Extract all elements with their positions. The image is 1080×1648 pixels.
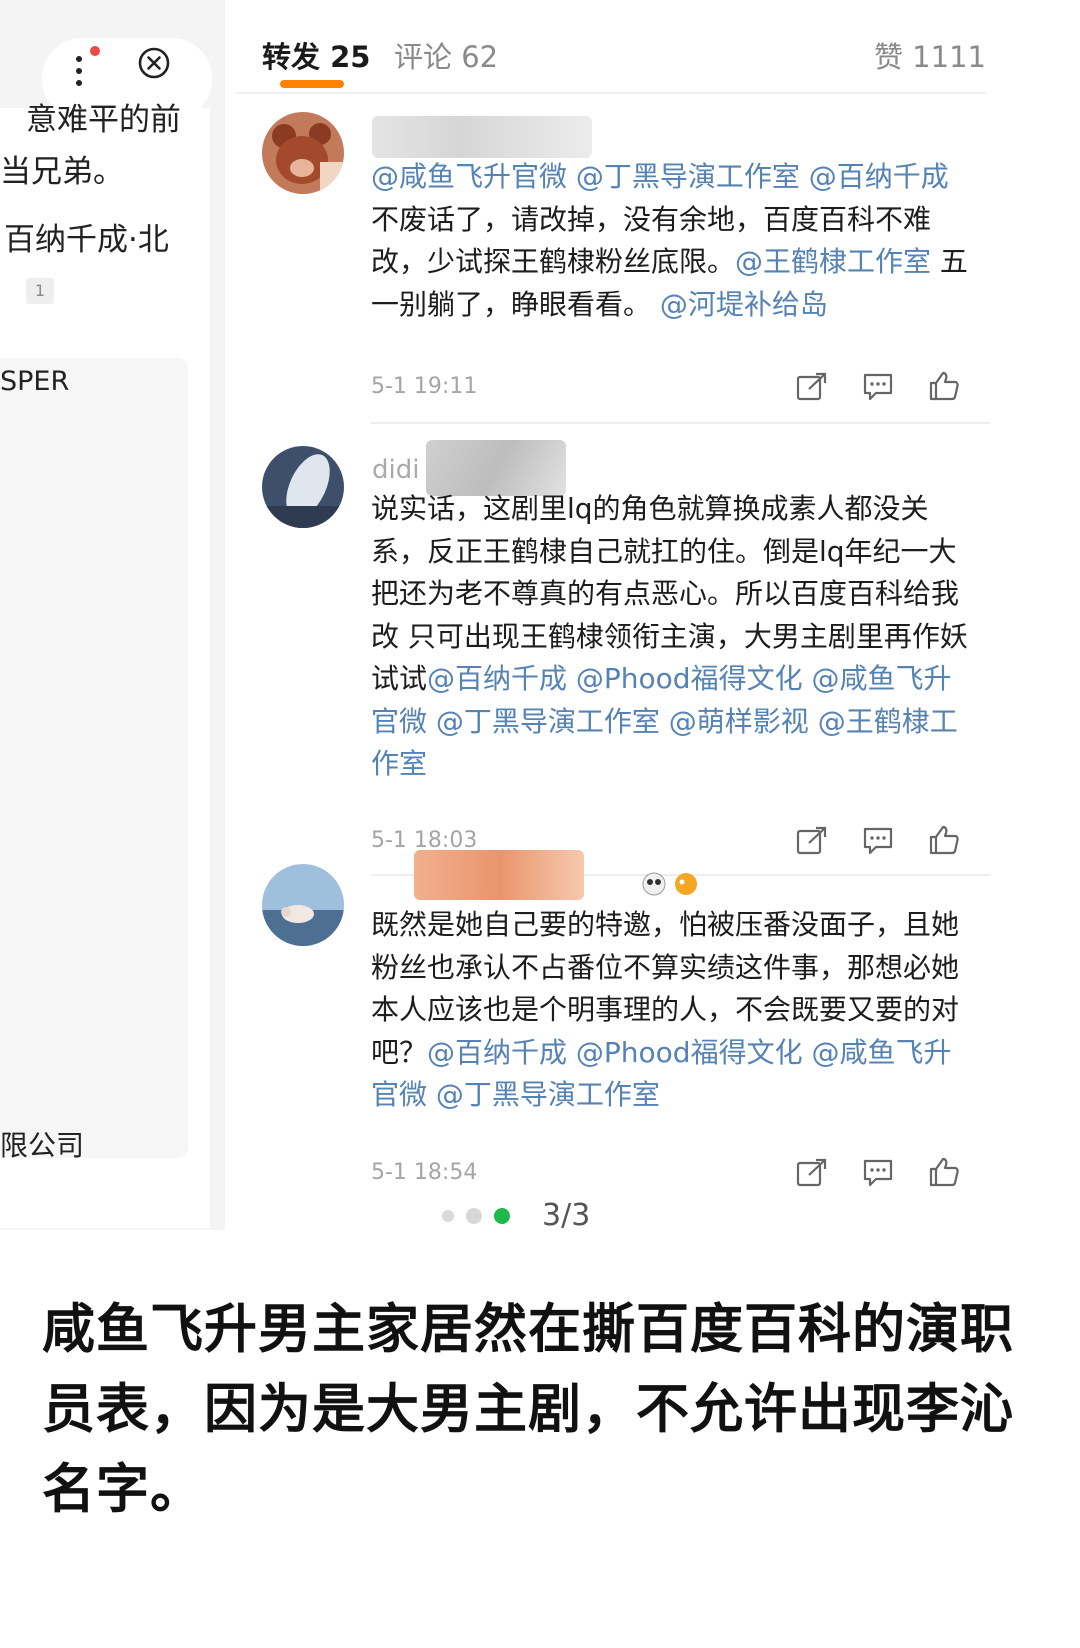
like-icon[interactable] — [928, 370, 960, 401]
active-tab-indicator — [280, 80, 344, 88]
avatar[interactable] — [262, 112, 344, 194]
previous-post-text: 当兄弟。 — [0, 154, 124, 190]
count-badge: 1 — [26, 278, 54, 304]
close-icon[interactable] — [138, 47, 170, 83]
repost-icon[interactable] — [796, 826, 828, 856]
emoji-icons — [642, 870, 702, 900]
quoted-card — [0, 358, 188, 1158]
tab-divider — [236, 92, 986, 94]
previous-post-text: 百纳千成·北 — [4, 222, 169, 258]
mention-link[interactable]: @咸鱼飞升官微 @丁黑导演工作室 @百纳千成 — [371, 160, 949, 193]
pager-dot[interactable] — [466, 1208, 482, 1224]
previous-post-text: 意难平的前 — [26, 102, 181, 138]
comment-icon[interactable] — [862, 372, 894, 402]
comments-panel: 转发 25 评论 62 赞 1111 @咸鱼飞升官微 @丁黑导演工作室 @百纳千… — [236, 34, 1044, 1234]
comment-time: 5-1 19:11 — [371, 374, 478, 399]
company-text: 限公司 — [0, 1129, 85, 1162]
avatar[interactable] — [262, 864, 344, 946]
caption-text: 咸鱼飞升男主家居然在撕百度百科的演职员表，因为是大男主剧，不允许出现李沁名字。 — [42, 1299, 1014, 1520]
tab-comments[interactable]: 评论 62 — [394, 34, 498, 76]
page-indicator: 3/3 — [542, 1198, 591, 1233]
mention-link[interactable]: @河堤补给岛 — [660, 288, 828, 321]
comment-time: 5-1 18:54 — [371, 1160, 478, 1185]
comment-text: 说实话，这剧里lq的角色就算换成素人都没关系，反正王鹤棣自己就扛的住。倒是lq年… — [371, 488, 971, 786]
tab-reposts[interactable]: 转发 25 — [262, 34, 370, 76]
comment-text: 既然是她自己要的特邀，怕被压番没面子，且她粉丝也承认不占番位不算实绩这件事，那想… — [371, 904, 971, 1117]
comment-divider — [371, 422, 991, 424]
like-icon[interactable] — [928, 824, 960, 855]
mention-link[interactable]: @王鹤棣工作室 — [735, 245, 931, 278]
previous-page-panel: 意难平的前 当兄弟。 百纳千成·北 1 SPER 限公司 — [0, 0, 225, 1230]
comment-icon[interactable] — [862, 1158, 894, 1188]
more-icon[interactable] — [72, 46, 100, 86]
tab-likes[interactable]: 赞 1111 — [874, 34, 986, 76]
repost-icon[interactable] — [796, 1158, 828, 1188]
mention-link[interactable]: @百纳千成 @Phood福得文化 @咸鱼飞升官微 @丁黑导演工作室 — [371, 1036, 951, 1112]
notification-dot — [90, 46, 100, 56]
repost-icon[interactable] — [796, 372, 828, 402]
avatar[interactable] — [262, 446, 344, 528]
redaction-blur — [414, 850, 584, 900]
tab-bar: 转发 25 评论 62 赞 1111 — [236, 34, 1044, 94]
redaction-blur — [372, 116, 592, 158]
mention-link[interactable]: @百纳千成 @Phood福得文化 @咸鱼飞升官微 @丁黑导演工作室 @萌样影视 … — [371, 662, 958, 780]
comment-icon[interactable] — [862, 826, 894, 856]
pager-dot[interactable] — [442, 1210, 454, 1222]
comment-text: @咸鱼飞升官微 @丁黑导演工作室 @百纳千成 不废话了，请改掉，没有余地，百度百… — [371, 156, 971, 326]
image-pager: 3/3 — [440, 1198, 640, 1238]
quoted-card-text: SPER — [0, 366, 70, 397]
like-icon[interactable] — [928, 1156, 960, 1187]
pager-dot-active[interactable] — [494, 1208, 510, 1224]
